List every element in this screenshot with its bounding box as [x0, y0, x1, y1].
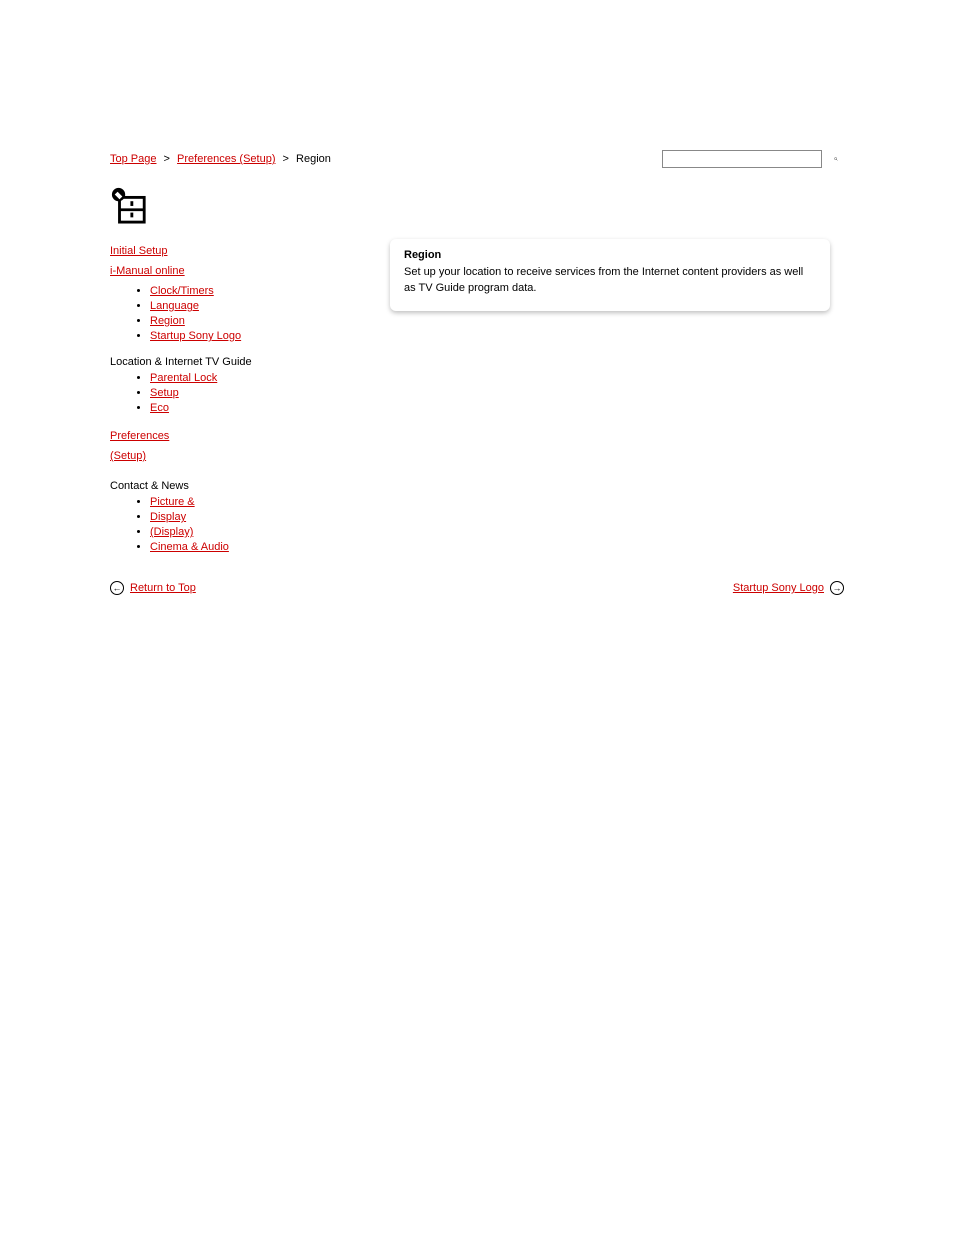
sidebar-link-eco[interactable]: Eco	[150, 402, 169, 414]
sidebar-link-parental[interactable]: Parental Lock	[150, 372, 217, 384]
arrow-left-icon: ←	[110, 581, 124, 595]
list-item: Startup Sony Logo	[150, 330, 380, 342]
card-body: Set up your location to receive services…	[404, 265, 816, 297]
next-nav: Startup Sony Logo →	[733, 581, 844, 595]
sidebar-section-initial-setup[interactable]: Initial Setup	[110, 245, 167, 257]
sidebar-link-imanual[interactable]: i-Manual online	[110, 265, 185, 277]
breadcrumb: Top Page > Preferences (Setup) > Region	[110, 153, 331, 165]
breadcrumb-top[interactable]: Top Page	[110, 153, 156, 165]
search-form	[662, 150, 844, 168]
search-icon	[834, 153, 838, 165]
sidebar-list-2: Parental Lock Setup Eco	[110, 372, 380, 414]
breadcrumb-sep: >	[164, 153, 170, 165]
sidebar-section-preferences[interactable]: Preferences	[110, 430, 169, 442]
list-item: Setup	[150, 387, 380, 399]
sidebar-link-language[interactable]: Language	[150, 300, 199, 312]
prev-link[interactable]: Return to Top	[130, 582, 196, 594]
sidebar-link-picture[interactable]: Picture &	[150, 496, 195, 508]
sidebar-group-label: Location & Internet TV Guide	[110, 356, 380, 368]
card-title: Region	[404, 249, 816, 261]
sidebar-list-1: Clock/Timers Language Region Startup Son…	[110, 285, 380, 342]
list-item: Region	[150, 315, 380, 327]
list-item: Cinema & Audio	[150, 541, 380, 553]
breadcrumb-current: Region	[296, 153, 331, 165]
sidebar-link-display[interactable]: Display	[150, 511, 186, 523]
sidebar-link-setup[interactable]: Setup	[150, 387, 179, 399]
search-button[interactable]	[828, 151, 844, 167]
list-item: Display	[150, 511, 380, 523]
arrow-right-icon: →	[830, 581, 844, 595]
list-item: (Display)	[150, 526, 380, 538]
breadcrumb-preferences[interactable]: Preferences (Setup)	[177, 153, 275, 165]
list-item: Clock/Timers	[150, 285, 380, 297]
search-input[interactable]	[662, 150, 822, 168]
sidebar-link-display2[interactable]: (Display)	[150, 526, 193, 538]
list-item: Picture &	[150, 496, 380, 508]
sidebar-link-clock[interactable]: Clock/Timers	[150, 285, 214, 297]
sidebar-group-label: Contact & News	[110, 480, 380, 492]
list-item: Parental Lock	[150, 372, 380, 384]
sidebar-link-region[interactable]: Region	[150, 315, 185, 327]
breadcrumb-sep: >	[283, 153, 289, 165]
sidebar-link-startup-logo[interactable]: Startup Sony Logo	[150, 330, 241, 342]
list-item: Language	[150, 300, 380, 312]
prev-nav: ← Return to Top	[110, 581, 196, 595]
sidebar-link-cinema[interactable]: Cinema & Audio	[150, 541, 229, 553]
settings-toolbox-icon	[110, 186, 148, 224]
list-item: Eco	[150, 402, 380, 414]
sidebar-section-setup[interactable]: (Setup)	[110, 450, 146, 462]
sidebar-list-3: Picture & Display (Display) Cinema & Aud…	[110, 496, 380, 553]
sidebar-nav: Initial Setup i-Manual online Clock/Time…	[110, 239, 380, 563]
info-card: Region Set up your location to receive s…	[390, 239, 830, 311]
next-link[interactable]: Startup Sony Logo	[733, 582, 824, 594]
